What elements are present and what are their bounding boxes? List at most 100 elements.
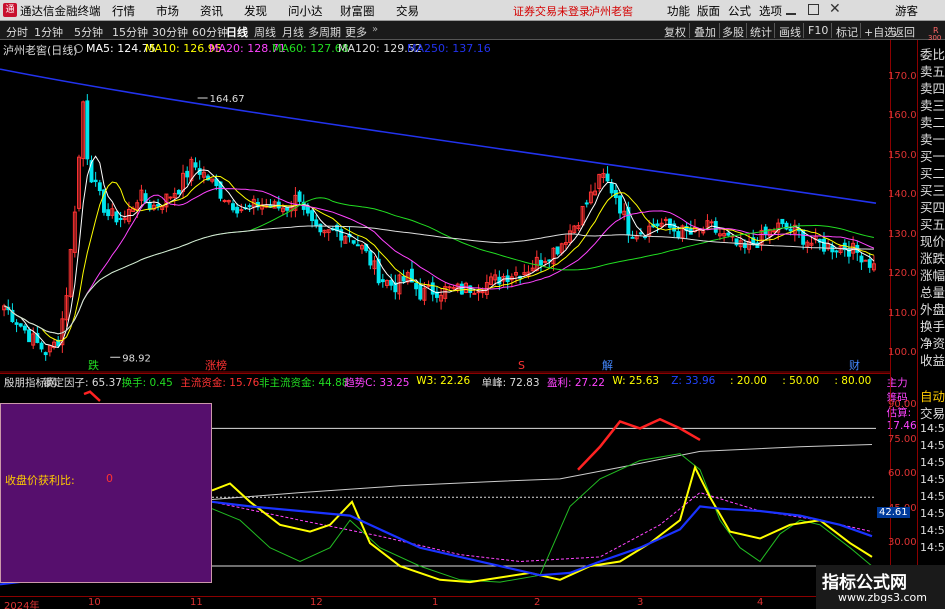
menu-item-xiaoda[interactable]: 问小达	[288, 3, 323, 19]
candle-body	[555, 246, 560, 255]
candle-body	[297, 191, 302, 202]
tab-weekly[interactable]: 周线	[254, 24, 276, 40]
indicator-value-7: 单峰: 72.83	[481, 377, 540, 389]
btn-mark[interactable]: 标记	[836, 24, 858, 40]
user-guest[interactable]: 游客	[895, 3, 918, 19]
ma120-line	[3, 225, 874, 335]
sidebar-time-0: 14:56	[920, 422, 945, 435]
menu-item-trade[interactable]: 交易	[396, 3, 419, 19]
btn-add-watchlist[interactable]: +自选	[864, 24, 895, 40]
tab-daily[interactable]: 日线	[226, 24, 248, 40]
candle-body	[430, 282, 435, 295]
candle-body	[368, 250, 373, 266]
minimize-icon[interactable]	[786, 5, 796, 15]
tab-more[interactable]: 更多	[345, 24, 367, 40]
low-price-label: 98.92	[122, 353, 151, 364]
menu-item-options[interactable]: 选项	[759, 3, 782, 19]
menu-item-news[interactable]: 资讯	[200, 3, 223, 19]
btn-fuquan[interactable]: 复权	[664, 24, 686, 40]
indicator-tick-0: 90.00	[888, 399, 917, 411]
menu-item-market[interactable]: 市场	[156, 3, 179, 19]
candle-body	[401, 276, 406, 282]
candle-body	[630, 236, 635, 239]
candle-body	[772, 230, 776, 233]
sidebar-time-7: 14:56	[920, 541, 945, 554]
tab-monthly[interactable]: 月线	[282, 24, 304, 40]
indicator-value-5: 趋势C: 33.25	[344, 377, 410, 389]
candle-body	[93, 179, 98, 183]
non-main-fund-line	[211, 453, 873, 583]
indicator-tick-2: 60.00	[888, 468, 917, 480]
menu-item-discover[interactable]: 发现	[244, 3, 267, 19]
btn-f10[interactable]: F10	[808, 24, 828, 37]
candle-body	[863, 259, 868, 262]
menu-item-function[interactable]: 功能	[667, 3, 690, 19]
candle-body	[859, 255, 864, 263]
candle-body	[39, 342, 44, 350]
btn-draw[interactable]: 画线	[779, 24, 801, 40]
popup-label: 收盘价获利比:	[5, 474, 75, 487]
tab-15min[interactable]: 15分钟	[112, 24, 148, 40]
candle-body	[476, 291, 481, 294]
w3-line	[211, 464, 873, 584]
menu-item-quotes[interactable]: 行情	[112, 3, 135, 19]
candle-body	[480, 291, 485, 294]
candle-body	[547, 259, 552, 262]
menu-item-layout[interactable]: 版面	[697, 3, 720, 19]
chart-settings-icon[interactable]	[74, 44, 83, 53]
signal-marker-2: S	[518, 359, 525, 372]
candle-body	[643, 236, 647, 239]
candle-body	[655, 223, 660, 227]
tab-5min[interactable]: 5分钟	[74, 24, 103, 40]
candle-body	[447, 286, 452, 289]
candle-body	[43, 352, 48, 356]
candle-body	[314, 219, 319, 226]
profit-ratio-popup[interactable]: 收盘价获利比: 0	[0, 403, 212, 583]
z-line	[211, 500, 873, 577]
date-label-3: 12	[310, 597, 323, 608]
signal-marker-1: 涨榜	[205, 358, 227, 372]
indicator-current-value: 42.61	[877, 507, 910, 519]
candle-body	[85, 100, 90, 160]
restore-icon[interactable]	[808, 4, 819, 15]
ma60-line	[3, 197, 875, 335]
close-icon[interactable]: ✕	[829, 1, 841, 17]
candle-body	[193, 162, 198, 168]
candle-body	[539, 259, 543, 266]
candle-body	[156, 204, 161, 207]
tab-30min[interactable]: 30分钟	[152, 24, 188, 40]
candle-body	[543, 260, 548, 263]
profit-line	[211, 492, 873, 563]
btn-overlay[interactable]: 叠加	[694, 24, 716, 40]
tab-multi-period[interactable]: 多周期	[308, 24, 341, 40]
candle-body	[459, 283, 464, 295]
btn-statistics[interactable]: 统计	[750, 24, 772, 40]
candle-body	[22, 325, 27, 331]
more-chevron-icon[interactable]: »	[372, 24, 378, 35]
candle-body	[734, 238, 739, 246]
btn-multi-stock[interactable]: 多股	[722, 24, 744, 40]
tab-intraday[interactable]: 分时	[6, 24, 28, 40]
single-peak-line	[211, 444, 873, 500]
tab-1min[interactable]: 1分钟	[34, 24, 63, 40]
date-axis: 2024年 10 11 12 1 2 3 4	[0, 596, 890, 609]
btn-back[interactable]: 返回	[893, 24, 915, 40]
ma5-line	[3, 155, 875, 348]
main-fund-line	[577, 417, 701, 471]
trade-login-notice[interactable]: 证券交易未登录	[513, 3, 590, 19]
candle-body	[584, 202, 589, 205]
candle-body	[618, 195, 622, 214]
menu-item-formula[interactable]: 公式	[728, 3, 751, 19]
candle-body	[380, 279, 385, 283]
indicator-tick-4: 30.00	[888, 537, 917, 549]
candle-body	[472, 292, 477, 295]
candle-body	[605, 173, 610, 182]
indicator-value-1: 锁定因子: 65.37	[43, 377, 122, 389]
site-watermark: 指标公式网 www.zbgs3.com	[816, 565, 945, 609]
menu-item-community[interactable]: 财富圈	[340, 3, 375, 19]
candle-body	[822, 238, 826, 252]
candle-body	[389, 279, 394, 286]
candle-body	[668, 218, 672, 228]
tab-60min[interactable]: 60分钟	[192, 24, 228, 40]
candle-body	[788, 228, 793, 232]
